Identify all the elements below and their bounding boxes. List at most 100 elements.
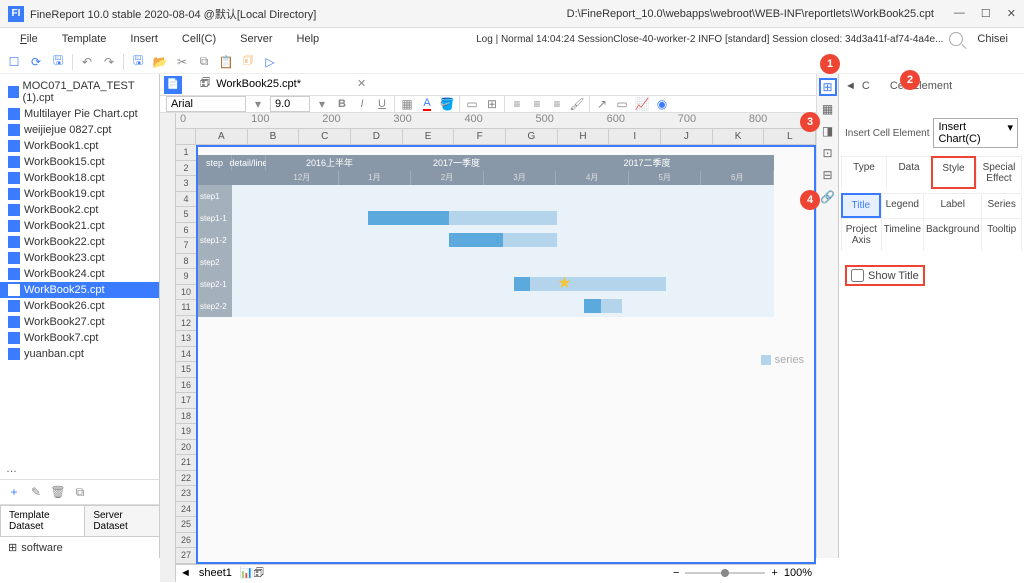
expand-icon[interactable]: ⊞: [8, 541, 17, 554]
tab-special-effect[interactable]: Special Effect: [976, 156, 1021, 189]
shape-icon[interactable]: ▭: [614, 96, 630, 112]
font-color-icon[interactable]: A: [419, 96, 435, 112]
open-icon[interactable]: 📂: [152, 54, 168, 70]
row-head[interactable]: 18: [176, 409, 196, 425]
align-center-icon[interactable]: ≡: [529, 96, 545, 112]
close-tab-icon[interactable]: ✕: [357, 77, 366, 90]
arrow-icon[interactable]: ↗: [594, 96, 610, 112]
copy-icon[interactable]: ⧉: [196, 54, 212, 70]
tab-server-dataset[interactable]: Server Dataset: [84, 505, 160, 536]
tab-type[interactable]: Type: [841, 156, 886, 189]
dataset-item[interactable]: ⊞ software: [8, 541, 151, 554]
row-head[interactable]: 21: [176, 455, 196, 471]
menu-insert[interactable]: Insert: [118, 33, 170, 45]
menu-help[interactable]: Help: [285, 33, 332, 45]
col-head[interactable]: C: [299, 129, 351, 144]
row-head[interactable]: 22: [176, 471, 196, 487]
col-head[interactable]: G: [506, 129, 558, 144]
styletab-tooltip[interactable]: Tooltip: [981, 218, 1021, 251]
file-item[interactable]: weijiejue 0827.cpt: [0, 122, 159, 138]
size-dropdown-icon[interactable]: ▾: [314, 96, 330, 112]
align-left-icon[interactable]: ≡: [509, 96, 525, 112]
close-icon[interactable]: ✕: [1007, 7, 1016, 20]
row-head[interactable]: 8: [176, 254, 196, 270]
user-label[interactable]: Chisei: [969, 33, 1016, 45]
file-item[interactable]: WorkBook1.cpt: [0, 138, 159, 154]
doc-tab[interactable]: 🗊 WorkBook25.cpt* ✕: [190, 72, 376, 97]
zoom-out-icon[interactable]: −: [673, 567, 679, 579]
row-head[interactable]: 16: [176, 378, 196, 394]
row-head[interactable]: 26: [176, 533, 196, 549]
file-item[interactable]: WorkBook15.cpt: [0, 154, 159, 170]
styletab-series[interactable]: Series: [981, 193, 1021, 218]
link-icon[interactable]: 🔗: [819, 188, 837, 206]
cell-attr-icon[interactable]: ▦: [819, 100, 837, 118]
sheet-icons[interactable]: 📊🗊: [240, 564, 264, 583]
col-head[interactable]: B: [248, 129, 300, 144]
col-head[interactable]: F: [454, 129, 506, 144]
file-item[interactable]: WorkBook19.cpt: [0, 186, 159, 202]
zoom-in-icon[interactable]: +: [771, 567, 777, 579]
file-item[interactable]: WorkBook22.cpt: [0, 234, 159, 250]
insert-chart-combo[interactable]: Insert Chart(C)▾: [933, 118, 1018, 148]
file-item[interactable]: WorkBook27.cpt: [0, 314, 159, 330]
tab-data[interactable]: Data: [886, 156, 931, 189]
row-head[interactable]: 24: [176, 502, 196, 518]
back-icon[interactable]: ◄: [845, 80, 856, 92]
row-head[interactable]: 7: [176, 238, 196, 254]
styletab-label[interactable]: Label: [923, 193, 981, 218]
cell-area[interactable]: 👁‍🗨 ✎ step detail/line 2016上半年 2017一季度 2…: [196, 145, 816, 564]
minimize-icon[interactable]: —: [954, 7, 965, 20]
file-item[interactable]: WorkBook21.cpt: [0, 218, 159, 234]
color-circle-icon[interactable]: ◉: [654, 96, 670, 112]
row-head[interactable]: 1: [176, 145, 196, 161]
delete-icon[interactable]: 🗑: [50, 484, 66, 500]
file-item[interactable]: MOC071_DATA_TEST (1).cpt: [0, 78, 159, 106]
row-head[interactable]: 11: [176, 300, 196, 316]
file-item[interactable]: WorkBook7.cpt: [0, 330, 159, 346]
fill-color-icon[interactable]: 🪣: [439, 96, 455, 112]
tab-style[interactable]: Style: [931, 156, 976, 189]
font-dropdown-icon[interactable]: ▾: [250, 96, 266, 112]
new-icon[interactable]: ☐: [6, 54, 22, 70]
show-title-checkbox[interactable]: Show Title: [845, 265, 925, 286]
size-select[interactable]: [270, 96, 310, 112]
unmerge-icon[interactable]: ⊞: [484, 96, 500, 112]
bold-icon[interactable]: B: [334, 96, 350, 112]
row-head[interactable]: 27: [176, 548, 196, 564]
menu-template[interactable]: Template: [50, 33, 119, 45]
underline-icon[interactable]: U: [374, 96, 390, 112]
chart-icon[interactable]: 📈: [634, 96, 650, 112]
sheet-tab[interactable]: sheet1: [191, 567, 240, 579]
row-head[interactable]: 19: [176, 424, 196, 440]
paste-icon[interactable]: 📋: [218, 54, 234, 70]
prev-sheet-icon[interactable]: ◄: [180, 567, 191, 579]
undo-icon[interactable]: ↶: [79, 54, 95, 70]
row-head[interactable]: 5: [176, 207, 196, 223]
row-head[interactable]: 25: [176, 517, 196, 533]
col-head[interactable]: A: [196, 129, 248, 144]
file-item[interactable]: WorkBook2.cpt: [0, 202, 159, 218]
border-icon[interactable]: ▦: [399, 96, 415, 112]
col-head[interactable]: I: [609, 129, 661, 144]
search-icon[interactable]: [949, 32, 963, 46]
col-head[interactable]: K: [713, 129, 765, 144]
zoom-slider[interactable]: [685, 572, 765, 574]
row-head[interactable]: 23: [176, 486, 196, 502]
styletab-timeline[interactable]: Timeline: [881, 218, 923, 251]
save-icon[interactable]: 🖫: [50, 54, 66, 70]
cond-icon[interactable]: ⊟: [819, 166, 837, 184]
preview-icon[interactable]: ▷: [262, 54, 278, 70]
row-head[interactable]: 9: [176, 269, 196, 285]
file-item[interactable]: WorkBook23.cpt: [0, 250, 159, 266]
col-head[interactable]: J: [661, 129, 713, 144]
row-head[interactable]: 6: [176, 223, 196, 239]
row-head[interactable]: 17: [176, 393, 196, 409]
row-head[interactable]: 2: [176, 161, 196, 177]
tab-template-dataset[interactable]: Template Dataset: [0, 505, 85, 536]
show-title-input[interactable]: [851, 269, 864, 282]
row-head[interactable]: 15: [176, 362, 196, 378]
menu-cell[interactable]: Cell(C): [170, 33, 228, 45]
clone-icon[interactable]: ⧉: [72, 484, 88, 500]
file-item[interactable]: Multilayer Pie Chart.cpt: [0, 106, 159, 122]
